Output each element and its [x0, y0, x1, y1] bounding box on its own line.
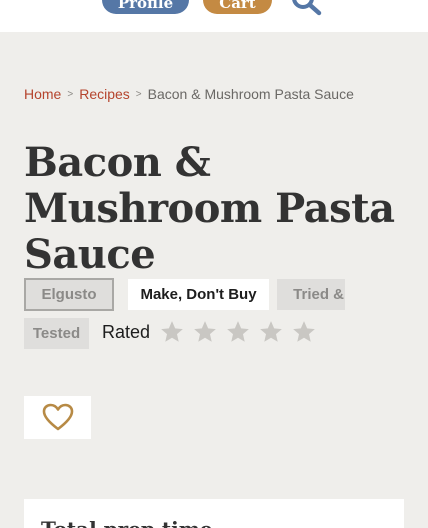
breadcrumb-current: Bacon & Mushroom Pasta Sauce: [147, 86, 354, 102]
star-icon-1[interactable]: [159, 319, 185, 345]
star-icon-5[interactable]: [291, 319, 317, 345]
profile-button[interactable]: Profile: [102, 0, 189, 14]
tag-tried-and-tested-continued[interactable]: Tested: [24, 318, 89, 349]
star-rating[interactable]: [159, 319, 319, 345]
page-title: Bacon & Mushroom Pasta Sauce: [24, 139, 395, 278]
heart-icon: [42, 403, 74, 431]
search-button[interactable]: [289, 0, 323, 16]
star-icon-2[interactable]: [192, 319, 218, 345]
tag-elgusto[interactable]: Elgusto: [24, 278, 114, 311]
breadcrumb-recipes-link[interactable]: Recipes: [79, 86, 130, 102]
star-icon-3[interactable]: [225, 319, 251, 345]
recipe-info-card: Total prep time: [24, 499, 404, 528]
card-title: Total prep time: [41, 517, 213, 528]
cart-button[interactable]: Cart: [203, 0, 272, 14]
search-icon: [292, 0, 322, 16]
star-icon-4[interactable]: [258, 319, 284, 345]
breadcrumb: Home > Recipes > Bacon & Mushroom Pasta Sauc…: [24, 85, 354, 103]
breadcrumb-home-link[interactable]: Home: [24, 86, 61, 102]
favorite-button[interactable]: [24, 396, 91, 439]
top-bar: Profile Cart: [0, 0, 428, 32]
breadcrumb-separator: >: [67, 89, 74, 100]
breadcrumb-separator: >: [135, 89, 142, 100]
rating-label: Rated: [102, 322, 151, 342]
tag-tried-and-tested[interactable]: Tried &: [277, 279, 345, 310]
tag-make-dont-buy[interactable]: Make, Don't Buy: [128, 279, 269, 310]
